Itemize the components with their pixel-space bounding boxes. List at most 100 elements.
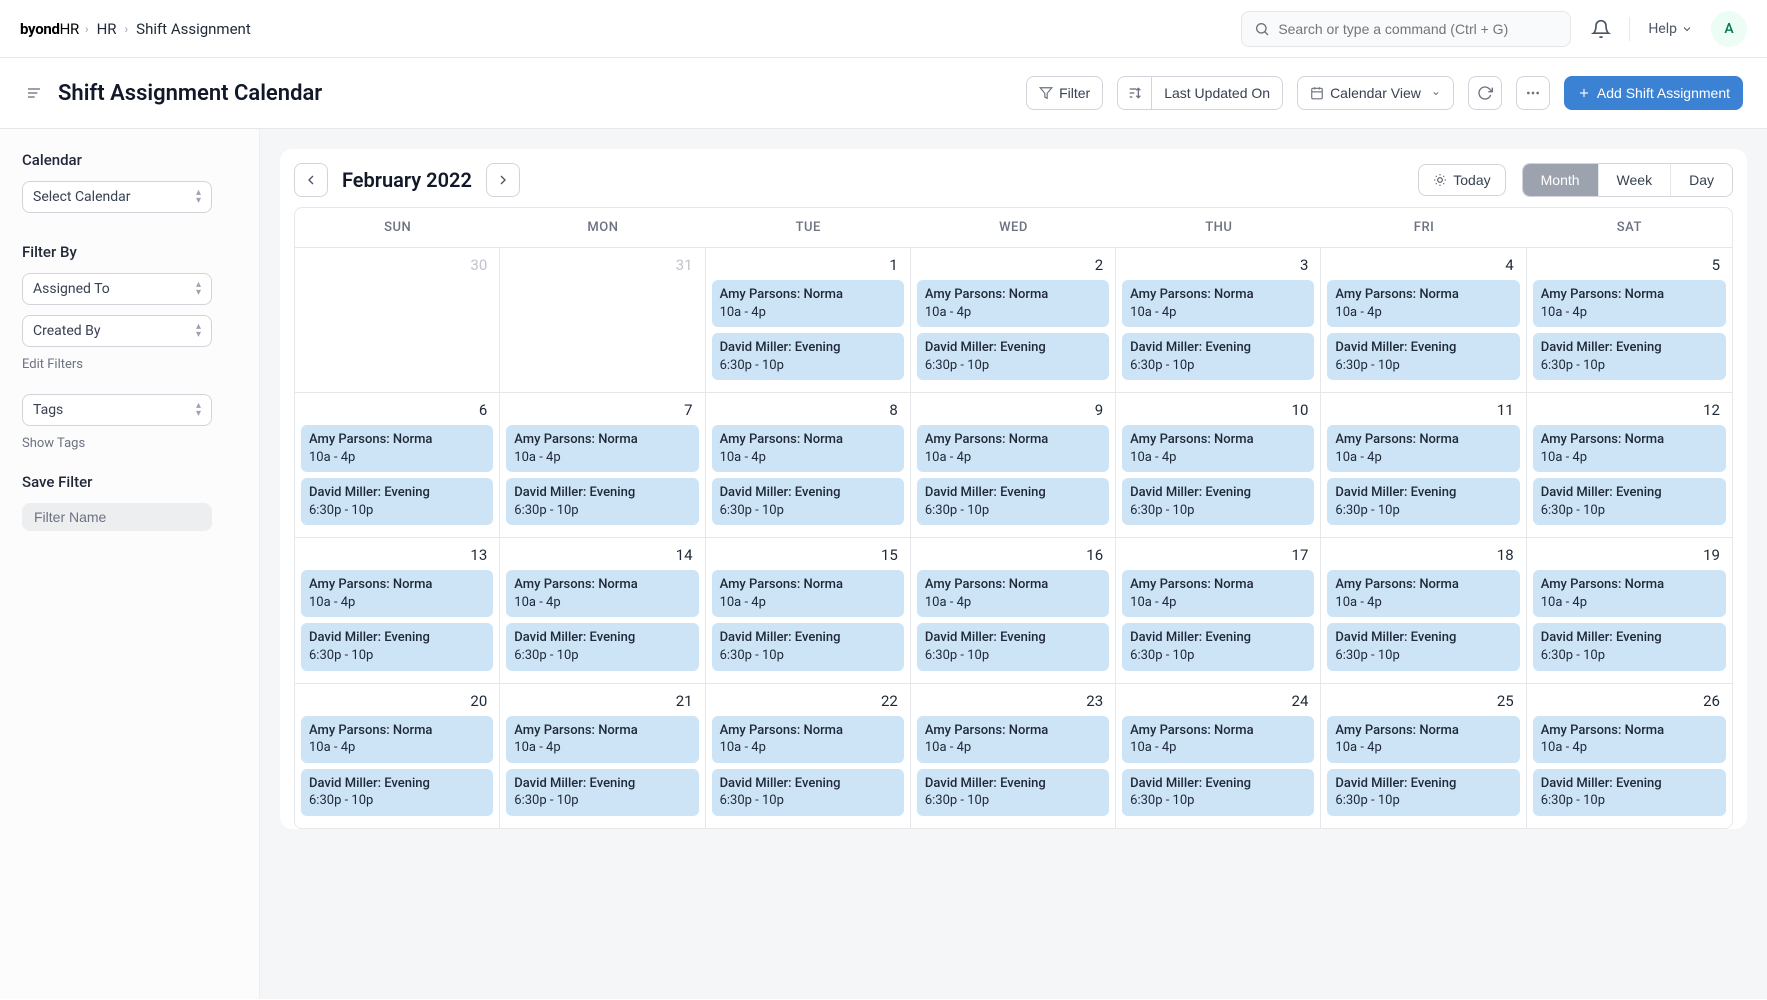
calendar-event[interactable]: Amy Parsons: Norma10a - 4p bbox=[1327, 425, 1519, 472]
assigned-to-select[interactable]: Assigned To ▴▾ bbox=[22, 273, 212, 305]
calendar-cell[interactable]: 14Amy Parsons: Norma10a - 4pDavid Miller… bbox=[500, 538, 705, 682]
calendar-cell[interactable]: 17Amy Parsons: Norma10a - 4pDavid Miller… bbox=[1116, 538, 1321, 682]
filter-button[interactable]: Filter bbox=[1026, 76, 1103, 110]
calendar-event[interactable]: Amy Parsons: Norma10a - 4p bbox=[712, 280, 904, 327]
global-search[interactable] bbox=[1241, 11, 1571, 47]
created-by-select[interactable]: Created By ▴▾ bbox=[22, 315, 212, 347]
calendar-event[interactable]: Amy Parsons: Norma10a - 4p bbox=[1533, 570, 1726, 617]
calendar-event[interactable]: Amy Parsons: Norma10a - 4p bbox=[712, 425, 904, 472]
view-week[interactable]: Week bbox=[1599, 164, 1672, 196]
calendar-cell[interactable]: 22Amy Parsons: Norma10a - 4pDavid Miller… bbox=[706, 684, 911, 828]
bell-icon[interactable] bbox=[1591, 19, 1611, 39]
calendar-event[interactable]: Amy Parsons: Norma10a - 4p bbox=[506, 425, 698, 472]
view-day[interactable]: Day bbox=[1671, 164, 1732, 196]
calendar-event[interactable]: Amy Parsons: Norma10a - 4p bbox=[917, 716, 1109, 763]
calendar-cell[interactable]: 24Amy Parsons: Norma10a - 4pDavid Miller… bbox=[1116, 684, 1321, 828]
calendar-event[interactable]: Amy Parsons: Norma10a - 4p bbox=[1122, 425, 1314, 472]
calendar-event[interactable]: David Miller: Evening6:30p - 10p bbox=[712, 769, 904, 816]
calendar-event[interactable]: David Miller: Evening6:30p - 10p bbox=[917, 769, 1109, 816]
more-button[interactable] bbox=[1516, 76, 1550, 110]
calendar-event[interactable]: David Miller: Evening6:30p - 10p bbox=[712, 333, 904, 380]
help-menu[interactable]: Help bbox=[1648, 21, 1693, 37]
calendar-event[interactable]: Amy Parsons: Norma10a - 4p bbox=[1533, 716, 1726, 763]
calendar-cell[interactable]: 10Amy Parsons: Norma10a - 4pDavid Miller… bbox=[1116, 393, 1321, 537]
calendar-event[interactable]: David Miller: Evening6:30p - 10p bbox=[506, 478, 698, 525]
calendar-cell[interactable]: 5Amy Parsons: Norma10a - 4pDavid Miller:… bbox=[1527, 248, 1732, 392]
calendar-event[interactable]: David Miller: Evening6:30p - 10p bbox=[506, 623, 698, 670]
calendar-cell[interactable]: 23Amy Parsons: Norma10a - 4pDavid Miller… bbox=[911, 684, 1116, 828]
calendar-event[interactable]: David Miller: Evening6:30p - 10p bbox=[1122, 478, 1314, 525]
calendar-event[interactable]: Amy Parsons: Norma10a - 4p bbox=[712, 570, 904, 617]
calendar-event[interactable]: David Miller: Evening6:30p - 10p bbox=[1533, 769, 1726, 816]
calendar-cell[interactable]: 3Amy Parsons: Norma10a - 4pDavid Miller:… bbox=[1116, 248, 1321, 392]
edit-filters-link[interactable]: Edit Filters bbox=[22, 357, 237, 372]
view-select[interactable]: Calendar View bbox=[1297, 76, 1454, 110]
calendar-cell[interactable]: 15Amy Parsons: Norma10a - 4pDavid Miller… bbox=[706, 538, 911, 682]
calendar-event[interactable]: David Miller: Evening6:30p - 10p bbox=[712, 478, 904, 525]
calendar-event[interactable]: David Miller: Evening6:30p - 10p bbox=[1327, 623, 1519, 670]
calendar-event[interactable]: David Miller: Evening6:30p - 10p bbox=[1327, 478, 1519, 525]
calendar-cell[interactable]: 13Amy Parsons: Norma10a - 4pDavid Miller… bbox=[295, 538, 500, 682]
calendar-event[interactable]: David Miller: Evening6:30p - 10p bbox=[712, 623, 904, 670]
add-shift-button[interactable]: Add Shift Assignment bbox=[1564, 76, 1743, 110]
calendar-event[interactable]: Amy Parsons: Norma10a - 4p bbox=[301, 570, 493, 617]
calendar-event[interactable]: David Miller: Evening6:30p - 10p bbox=[1533, 623, 1726, 670]
prev-month-button[interactable] bbox=[294, 163, 328, 197]
calendar-cell[interactable]: 1Amy Parsons: Norma10a - 4pDavid Miller:… bbox=[706, 248, 911, 392]
calendar-cell[interactable]: 20Amy Parsons: Norma10a - 4pDavid Miller… bbox=[295, 684, 500, 828]
select-calendar[interactable]: Select Calendar ▴▾ bbox=[22, 181, 212, 213]
calendar-event[interactable]: Amy Parsons: Norma10a - 4p bbox=[1122, 570, 1314, 617]
calendar-cell[interactable]: 7Amy Parsons: Norma10a - 4pDavid Miller:… bbox=[500, 393, 705, 537]
calendar-event[interactable]: Amy Parsons: Norma10a - 4p bbox=[1327, 570, 1519, 617]
calendar-event[interactable]: Amy Parsons: Norma10a - 4p bbox=[917, 425, 1109, 472]
calendar-event[interactable]: David Miller: Evening6:30p - 10p bbox=[1122, 769, 1314, 816]
calendar-event[interactable]: Amy Parsons: Norma10a - 4p bbox=[1327, 716, 1519, 763]
calendar-cell[interactable]: 8Amy Parsons: Norma10a - 4pDavid Miller:… bbox=[706, 393, 911, 537]
calendar-event[interactable]: Amy Parsons: Norma10a - 4p bbox=[1533, 425, 1726, 472]
sidebar-toggle-icon[interactable] bbox=[24, 85, 44, 101]
calendar-cell[interactable]: 30 bbox=[295, 248, 500, 392]
calendar-event[interactable]: Amy Parsons: Norma10a - 4p bbox=[1122, 716, 1314, 763]
calendar-event[interactable]: David Miller: Evening6:30p - 10p bbox=[1122, 623, 1314, 670]
calendar-cell[interactable]: 31 bbox=[500, 248, 705, 392]
calendar-event[interactable]: David Miller: Evening6:30p - 10p bbox=[1533, 478, 1726, 525]
search-input[interactable] bbox=[1278, 21, 1558, 37]
sort-button[interactable] bbox=[1117, 76, 1151, 110]
calendar-event[interactable]: David Miller: Evening6:30p - 10p bbox=[917, 623, 1109, 670]
calendar-event[interactable]: David Miller: Evening6:30p - 10p bbox=[506, 769, 698, 816]
breadcrumb-hr[interactable]: HR bbox=[97, 20, 117, 38]
calendar-event[interactable]: Amy Parsons: Norma10a - 4p bbox=[1327, 280, 1519, 327]
view-month[interactable]: Month bbox=[1523, 164, 1599, 196]
calendar-event[interactable]: Amy Parsons: Norma10a - 4p bbox=[301, 425, 493, 472]
calendar-cell[interactable]: 11Amy Parsons: Norma10a - 4pDavid Miller… bbox=[1321, 393, 1526, 537]
calendar-cell[interactable]: 25Amy Parsons: Norma10a - 4pDavid Miller… bbox=[1321, 684, 1526, 828]
calendar-cell[interactable]: 12Amy Parsons: Norma10a - 4pDavid Miller… bbox=[1527, 393, 1732, 537]
calendar-cell[interactable]: 2Amy Parsons: Norma10a - 4pDavid Miller:… bbox=[911, 248, 1116, 392]
calendar-event[interactable]: Amy Parsons: Norma10a - 4p bbox=[506, 716, 698, 763]
calendar-event[interactable]: David Miller: Evening6:30p - 10p bbox=[1122, 333, 1314, 380]
avatar[interactable]: A bbox=[1711, 11, 1747, 47]
calendar-cell[interactable]: 9Amy Parsons: Norma10a - 4pDavid Miller:… bbox=[911, 393, 1116, 537]
calendar-event[interactable]: David Miller: Evening6:30p - 10p bbox=[301, 478, 493, 525]
calendar-event[interactable]: Amy Parsons: Norma10a - 4p bbox=[917, 280, 1109, 327]
calendar-cell[interactable]: 18Amy Parsons: Norma10a - 4pDavid Miller… bbox=[1321, 538, 1526, 682]
calendar-cell[interactable]: 21Amy Parsons: Norma10a - 4pDavid Miller… bbox=[500, 684, 705, 828]
calendar-cell[interactable]: 26Amy Parsons: Norma10a - 4pDavid Miller… bbox=[1527, 684, 1732, 828]
calendar-cell[interactable]: 19Amy Parsons: Norma10a - 4pDavid Miller… bbox=[1527, 538, 1732, 682]
calendar-event[interactable]: David Miller: Evening6:30p - 10p bbox=[917, 333, 1109, 380]
calendar-event[interactable]: David Miller: Evening6:30p - 10p bbox=[301, 769, 493, 816]
calendar-event[interactable]: Amy Parsons: Norma10a - 4p bbox=[917, 570, 1109, 617]
sort-field-select[interactable]: Last Updated On bbox=[1151, 76, 1283, 110]
next-month-button[interactable] bbox=[486, 163, 520, 197]
filter-name-input[interactable] bbox=[22, 503, 212, 531]
calendar-event[interactable]: David Miller: Evening6:30p - 10p bbox=[1533, 333, 1726, 380]
today-button[interactable]: Today bbox=[1418, 164, 1505, 196]
calendar-event[interactable]: Amy Parsons: Norma10a - 4p bbox=[301, 716, 493, 763]
calendar-event[interactable]: Amy Parsons: Norma10a - 4p bbox=[712, 716, 904, 763]
calendar-cell[interactable]: 4Amy Parsons: Norma10a - 4pDavid Miller:… bbox=[1321, 248, 1526, 392]
show-tags-link[interactable]: Show Tags bbox=[22, 436, 237, 451]
calendar-event[interactable]: Amy Parsons: Norma10a - 4p bbox=[1533, 280, 1726, 327]
refresh-button[interactable] bbox=[1468, 76, 1502, 110]
calendar-event[interactable]: Amy Parsons: Norma10a - 4p bbox=[1122, 280, 1314, 327]
calendar-event[interactable]: Amy Parsons: Norma10a - 4p bbox=[506, 570, 698, 617]
